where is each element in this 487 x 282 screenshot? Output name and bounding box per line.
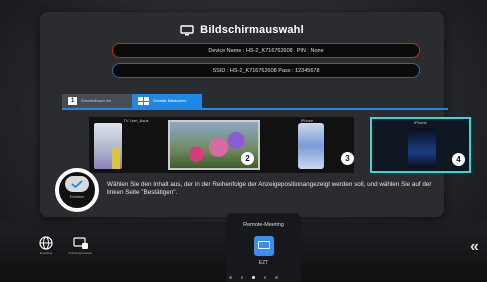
tab-label: Geteilte Bildschirm (153, 97, 187, 103)
tab-underline (62, 108, 448, 110)
tab-split-screen[interactable]: Geteilte Bildschirm (132, 94, 202, 108)
mode-tabs: 1 Einzelbildsch irm Geteilte Bildschirm (62, 94, 202, 108)
pin-value: PIN : None (296, 47, 324, 54)
page-dot[interactable] (240, 276, 243, 279)
page-dot[interactable] (275, 276, 278, 279)
position-badge: 2 (241, 152, 254, 165)
connection-method-label: Verbindungsmethode (68, 252, 92, 255)
tab-single-screen[interactable]: 1 Einzelbildsch irm (62, 94, 132, 108)
checkmark-icon (71, 180, 83, 188)
panel-title: Bildschirmauswahl (200, 24, 304, 36)
screen-thumbnail-3[interactable]: iPhone 3 (260, 117, 354, 173)
position-badge: 4 (452, 153, 465, 166)
ezt-app-label: EZT (258, 260, 269, 266)
remote-meeting-card[interactable]: Remote-Meeting EZT (226, 213, 301, 282)
thumbnail-image (298, 123, 324, 169)
panel-header: Bildschirmauswahl (40, 20, 444, 40)
globe-icon (39, 236, 53, 250)
thumbnail-label: iPhone (414, 120, 427, 125)
monitor-icon (180, 24, 194, 36)
page-dot[interactable] (263, 276, 266, 279)
confirm-label: Einstelen (69, 195, 85, 199)
tab-number: 1 (68, 97, 78, 105)
remote-meeting-title: Remote-Meeting (243, 222, 284, 228)
instruction-text: Wählen Sie den Inhalt aus, der in der Re… (107, 181, 432, 196)
tab-label: Einzelbildsch irm (81, 97, 112, 103)
thumbnail-image-detail (112, 147, 120, 169)
connection-method-button[interactable]: Verbindungsmethode (60, 236, 100, 255)
split-grid-icon (138, 97, 149, 105)
device-name: Device Name : HS-2_K716762608 (208, 47, 293, 54)
position-badge: 3 (341, 152, 354, 165)
expand-chevron-icon[interactable]: « (470, 238, 479, 256)
page-indicator (229, 276, 278, 279)
screen-thumbnail-2[interactable]: 2 (160, 117, 260, 173)
page-dot[interactable] (229, 276, 232, 279)
ezt-app-icon[interactable] (254, 236, 274, 256)
network-info-pill: SSID : HS-2_K716762608 Pass : 12345678 (112, 63, 420, 78)
screen-thumbnail-4-selected[interactable]: iPhone 4 (370, 117, 471, 173)
confirm-button[interactable] (65, 176, 89, 192)
device-info-pill: Device Name : HS-2_K716762608 PIN : None (112, 43, 420, 58)
ssid-pass: SSID : HS-2_K716762608 Pass : 12345678 (212, 67, 320, 74)
thumbnail-image (408, 128, 436, 168)
page-dot-active[interactable] (252, 276, 255, 279)
input-source-icon (73, 236, 88, 250)
